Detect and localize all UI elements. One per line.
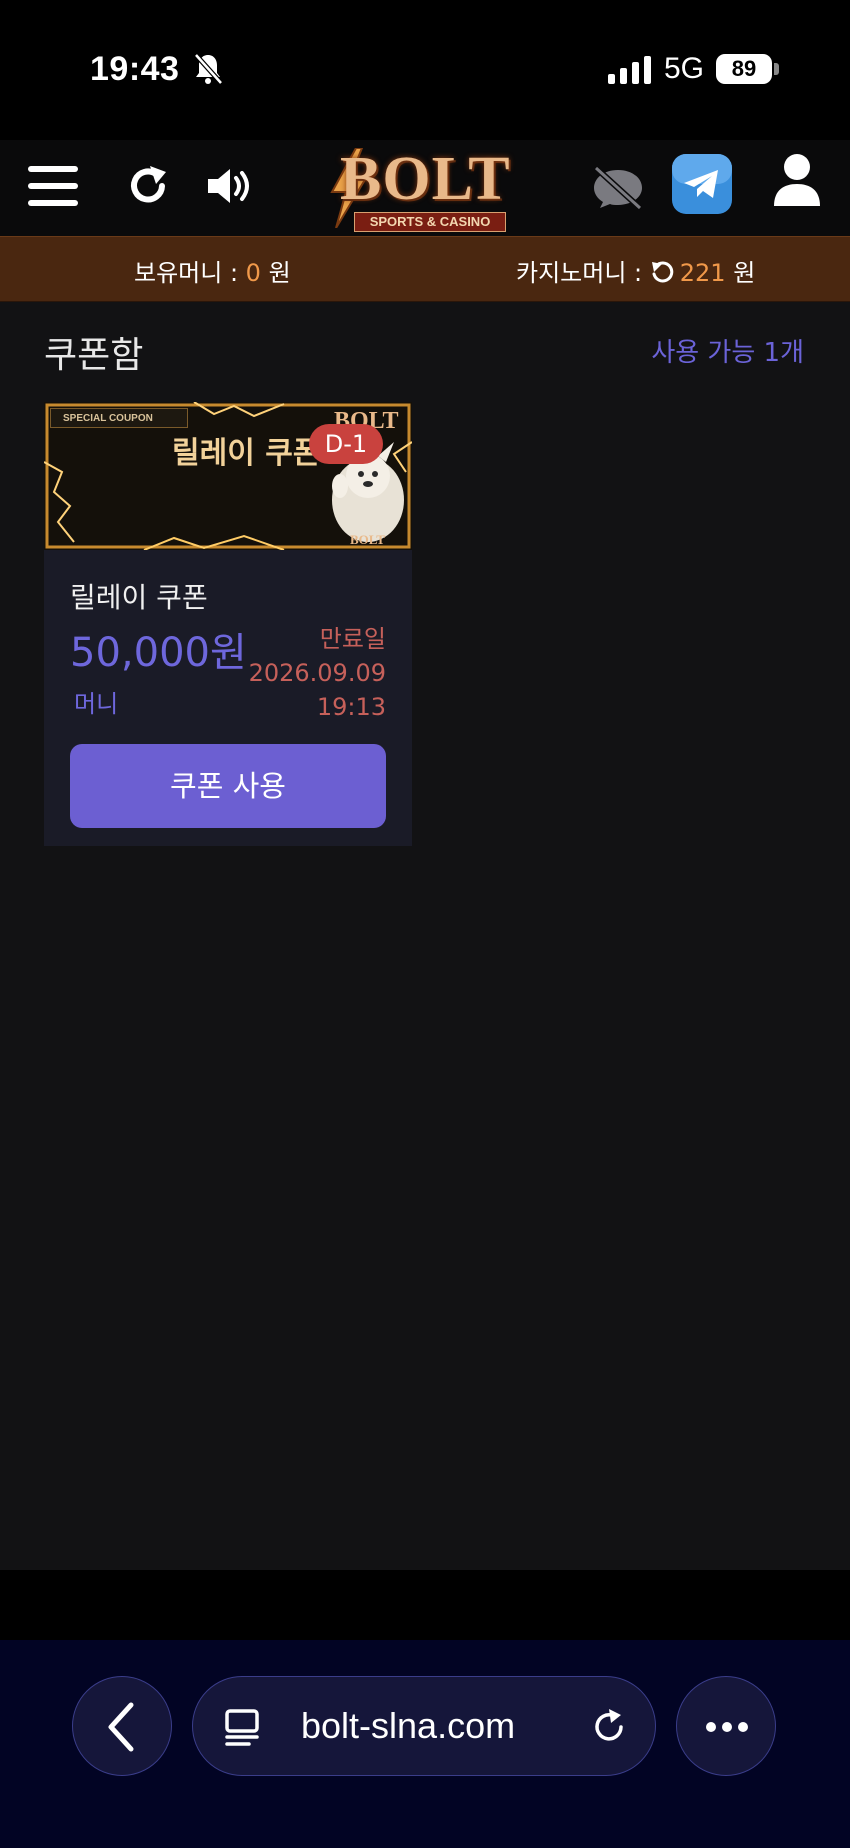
coupon-amount: 50,000원 [70, 630, 247, 676]
casino-money: 카지노머니 : 221 원 [516, 253, 755, 288]
banner-title: 릴레이 쿠폰 [172, 436, 321, 471]
d-day-badge: D-1 [309, 424, 383, 464]
status-time: 19:43 [90, 50, 180, 88]
expiry-label: 만료일 [319, 625, 386, 653]
special-coupon-label: SPECIAL COUPON [50, 408, 188, 428]
more-button[interactable] [676, 1676, 776, 1776]
page-menu-icon[interactable] [223, 1707, 263, 1747]
network-type: 5G [664, 52, 705, 85]
casino-refresh-icon[interactable] [650, 260, 674, 284]
app-header: BOLT SPORTS & CASINO [0, 140, 850, 236]
expiry-date: 2026.09.09 [248, 659, 386, 687]
bottom-spacer [0, 1570, 850, 1640]
user-icon[interactable] [772, 152, 822, 208]
coupon-unit: 머니 [74, 690, 119, 718]
logo-subtitle: SPORTS & CASINO [354, 212, 506, 232]
holding-value: 0 [245, 259, 261, 287]
volume-icon[interactable] [206, 164, 258, 208]
telegram-icon[interactable] [670, 152, 734, 216]
url-text: bolt-slna.com [301, 1705, 516, 1746]
coupon-card: SPECIAL COUPON 릴레이 쿠폰 BOLT BOLT D-1 릴레이 … [44, 402, 412, 846]
status-bar: 19:43 5G 89 [0, 0, 850, 140]
holding-money: 보유머니 : 0 원 [134, 253, 291, 288]
menu-icon[interactable] [28, 164, 78, 208]
more-dots-icon [706, 1722, 748, 1732]
address-bar[interactable]: bolt-slna.com [192, 1676, 656, 1776]
page-title: 쿠폰함 [44, 335, 144, 376]
holding-unit: 원 [260, 259, 291, 287]
money-bar: 보유머니 : 0 원 카지노머니 : 221 원 [0, 236, 850, 302]
bolt-logo[interactable]: BOLT SPORTS & CASINO [326, 142, 531, 234]
casino-value: 221 [679, 259, 726, 287]
signal-icon [608, 56, 651, 84]
banner-logo-small: BOLT [350, 532, 385, 547]
casino-label: 카지노머니 : [516, 259, 650, 287]
casino-unit: 원 [725, 259, 756, 287]
bell-muted-icon [194, 53, 223, 85]
expiry-info: 만료일 2026.09.09 19:13 [249, 622, 386, 724]
reload-icon[interactable] [589, 1707, 629, 1747]
expiry-time: 19:13 [316, 693, 386, 721]
coupon-banner: SPECIAL COUPON 릴레이 쿠폰 BOLT BOLT D-1 [44, 402, 412, 550]
available-count: 사용 가능 1개 [651, 338, 804, 368]
refresh-icon[interactable] [126, 164, 170, 208]
chevron-left-icon [108, 1702, 134, 1752]
browser-toolbar: bolt-slna.com [0, 1640, 850, 1848]
use-coupon-button[interactable]: 쿠폰 사용 [70, 744, 386, 828]
coupon-name: 릴레이 쿠폰 [70, 581, 208, 614]
holding-label: 보유머니 : [134, 259, 246, 287]
battery-icon: 89 [716, 54, 772, 84]
logo-text: BOLT [340, 145, 511, 213]
chat-off-icon[interactable] [590, 164, 646, 210]
back-button[interactable] [72, 1676, 172, 1776]
battery-tip [774, 63, 779, 75]
